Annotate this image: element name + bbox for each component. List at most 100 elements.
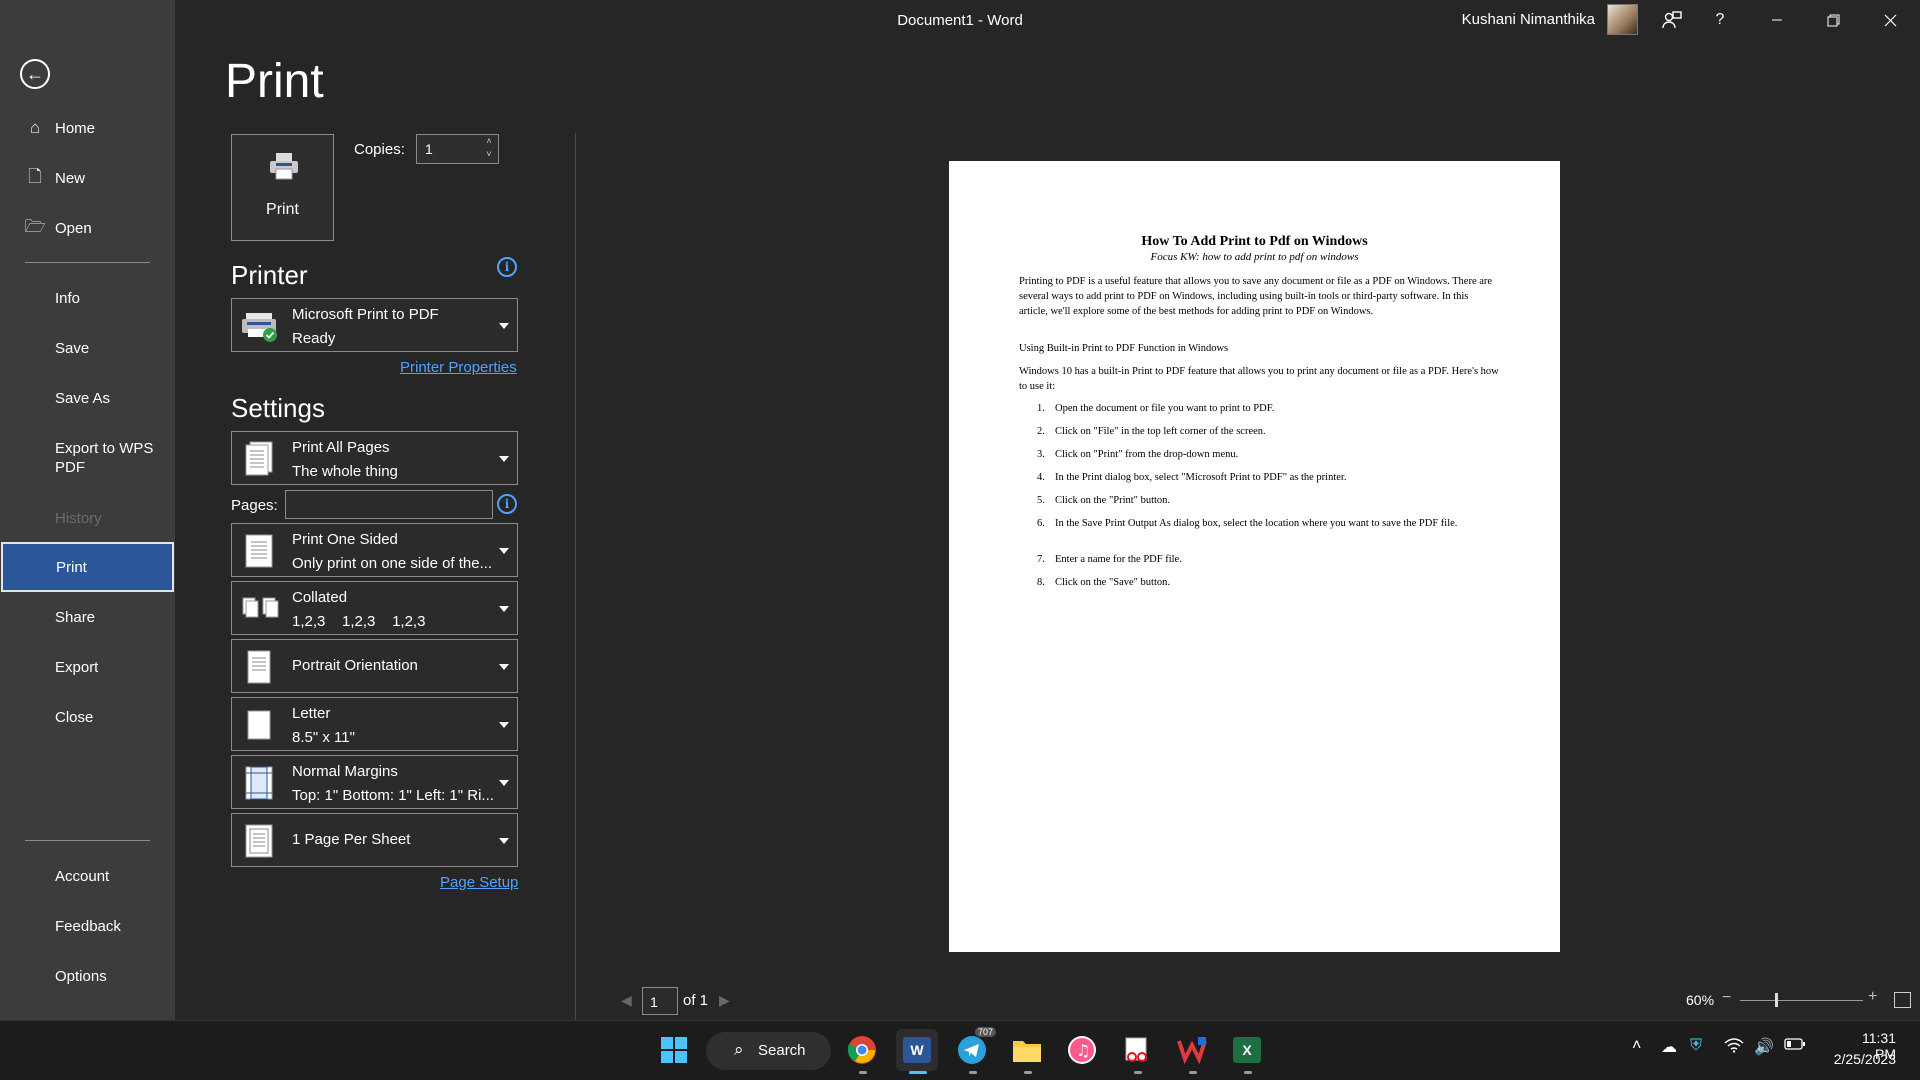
current-page-input[interactable]: 1 [642, 987, 678, 1015]
app-running-indicator [1244, 1071, 1252, 1074]
list-number: 6. [1037, 518, 1045, 529]
help-button[interactable]: ? [1697, 0, 1743, 40]
sidebar-item-export-to-wps-pdf[interactable]: Export to WPS PDF [0, 432, 175, 482]
document-paragraph: Using Built-in Print to PDF Function in … [1019, 343, 1229, 354]
start-button[interactable] [653, 1029, 695, 1071]
document-subheading: Focus KW: how to add print to pdf on win… [1150, 251, 1359, 263]
zoom-to-page-icon[interactable] [1894, 992, 1911, 1008]
security-shield-icon[interactable]: ⛨ [1690, 1037, 1702, 1055]
copies-spin-arrows[interactable]: ˄ ˅ [481, 135, 497, 163]
file-explorer-icon[interactable] [1006, 1029, 1048, 1071]
printer-dropdown[interactable]: Microsoft Print to PDF Ready [231, 298, 518, 352]
document-heading: How To Add Print to Pdf on Windows [1141, 234, 1368, 249]
chevron-down-icon [499, 456, 509, 462]
chrome-icon[interactable] [841, 1029, 883, 1071]
sidebar-item-share[interactable]: Share [0, 592, 175, 642]
wifi-icon[interactable] [1724, 1037, 1744, 1058]
app-running-indicator [1134, 1071, 1142, 1074]
info-icon[interactable]: i [497, 494, 517, 514]
sidebar-item-account[interactable]: Account [0, 851, 175, 901]
print-range-dropdown[interactable]: Print All Pages The whole thing [231, 431, 518, 485]
sidebar-item-export[interactable]: Export [0, 642, 175, 692]
speaker-icon[interactable]: 🔊 [1754, 1037, 1774, 1057]
print-preview-page: How To Add Print to Pdf on Windows Focus… [949, 161, 1560, 952]
onedrive-icon[interactable]: ☁ [1661, 1037, 1677, 1057]
list-text: Click on "Print" from the drop-down menu… [1055, 449, 1239, 460]
user-name[interactable]: Kushani Nimanthika [1462, 11, 1595, 28]
page-setup-link[interactable]: Page Setup [440, 874, 518, 891]
restore-icon[interactable] [1810, 0, 1856, 40]
print-button-label: Print [266, 201, 299, 218]
dropdown-line2: Top: 1" Bottom: 1" Left: 1" Ri... [292, 787, 494, 804]
back-arrow-icon[interactable]: ← [20, 59, 50, 89]
avatar[interactable] [1607, 4, 1638, 35]
close-icon[interactable] [1867, 0, 1913, 40]
sidebar-item-open[interactable]: 🗁 Open [0, 203, 175, 253]
pages-label: Pages: [231, 497, 278, 514]
orientation-dropdown[interactable]: Portrait Orientation [231, 639, 518, 693]
excel-icon[interactable]: X [1226, 1029, 1268, 1071]
sidebar-item-label: Close [55, 708, 94, 726]
printer-heading: Printer [231, 260, 308, 290]
sidebar-item-label: Options [55, 967, 107, 985]
pages-input[interactable] [285, 490, 493, 519]
list-number: 3. [1037, 449, 1045, 460]
document-paragraph: Windows 10 has a built-in Print to PDF f… [1019, 366, 1499, 392]
sidebar-item-info[interactable]: Info [0, 273, 175, 323]
sidebar-item-new[interactable]: 🗋 New [0, 153, 175, 203]
list-text: Click on the "Print" button. [1055, 495, 1171, 506]
one-sided-icon [245, 534, 273, 568]
sidebar-item-close[interactable]: Close [0, 692, 175, 742]
itunes-icon[interactable]: ♫ [1061, 1029, 1103, 1071]
sidebar-item-home[interactable]: ⌂ Home [0, 103, 175, 153]
sides-dropdown[interactable]: Print One Sided Only print on one side o… [231, 523, 518, 577]
word-icon[interactable]: W [896, 1029, 938, 1071]
print-button[interactable]: Print [231, 134, 334, 241]
dropdown-line1: Letter [292, 705, 331, 722]
portrait-icon [247, 650, 271, 684]
list-number: 8. [1037, 577, 1045, 588]
sidebar-item-save-as[interactable]: Save As [0, 373, 175, 423]
dropdown-line2: The whole thing [292, 463, 398, 480]
pages-per-sheet-dropdown[interactable]: 1 Page Per Sheet [231, 813, 518, 867]
sidebar-item-label: Print [56, 558, 87, 576]
zoom-slider[interactable] [1740, 1000, 1863, 1001]
sidebar-item-label: Open [55, 219, 92, 237]
zoom-slider-thumb[interactable] [1775, 993, 1778, 1007]
sidebar-item-save[interactable]: Save [0, 323, 175, 373]
sidebar-item-options[interactable]: Options [0, 951, 175, 1001]
printer-status: Ready [292, 330, 336, 347]
margins-dropdown[interactable]: Normal Margins Top: 1" Bottom: 1" Left: … [231, 755, 518, 809]
list-text: In the Print dialog box, select "Microso… [1055, 472, 1347, 483]
sidebar-item-history: History [0, 493, 175, 543]
list-text: Click on "File" in the top left corner o… [1055, 426, 1266, 437]
wps-pdf-icon[interactable] [1171, 1029, 1213, 1071]
zoom-level[interactable]: 60% [1686, 992, 1714, 1008]
telegram-icon[interactable]: 707 [951, 1027, 997, 1071]
notification-badge: 707 [975, 1027, 997, 1037]
dropdown-line1: 1 Page Per Sheet [292, 831, 411, 848]
snipping-tool-icon[interactable] [1116, 1029, 1158, 1071]
minimize-icon[interactable] [1754, 0, 1800, 40]
info-icon[interactable]: i [497, 257, 517, 277]
zoom-out-icon[interactable]: − [1722, 989, 1731, 1007]
printer-properties-link[interactable]: Printer Properties [400, 359, 517, 376]
collation-dropdown[interactable]: Collated 1,2,3 1,2,3 1,2,3 [231, 581, 518, 635]
taskbar-search[interactable]: ⌕ Search [706, 1032, 831, 1070]
previous-page-icon[interactable]: ◀ [621, 992, 632, 1009]
page-count: of 1 [683, 992, 709, 1009]
next-page-icon[interactable]: ▶ [719, 992, 730, 1009]
paper-size-dropdown[interactable]: Letter 8.5" x 11" [231, 697, 518, 751]
app-running-indicator [969, 1071, 977, 1074]
zoom-in-icon[interactable]: + [1868, 988, 1877, 1006]
sidebar-item-label: Account [55, 867, 110, 885]
clock-date[interactable]: 2/25/2023 [1820, 1051, 1896, 1067]
list-number: 1. [1037, 403, 1045, 414]
sidebar-item-print[interactable]: Print [1, 542, 174, 592]
coauthoring-icon[interactable] [1649, 0, 1695, 40]
chevron-up-icon[interactable]: ˄ [1632, 1037, 1641, 1055]
chevron-down-icon [499, 606, 509, 612]
battery-icon[interactable] [1784, 1037, 1806, 1056]
dropdown-line2: Only print on one side of the... [292, 555, 493, 572]
sidebar-item-feedback[interactable]: Feedback [0, 901, 175, 951]
